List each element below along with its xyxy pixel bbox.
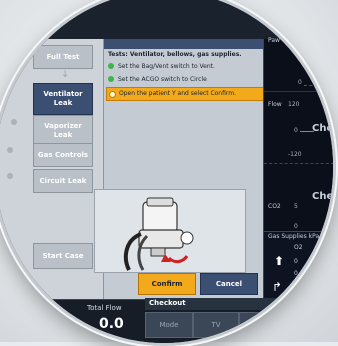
checkout-tab-bar: Checkout xyxy=(145,298,333,310)
gas-row2-value: 0 xyxy=(294,270,298,277)
co2-label: CO2 xyxy=(268,203,281,210)
step3-highlight: Open the patient Y and select Confirm. xyxy=(106,87,264,101)
paw-scale: 40 xyxy=(298,57,306,64)
flow-divider xyxy=(264,163,333,164)
step1-check-icon xyxy=(108,63,114,69)
flow-neg-scale: -120 xyxy=(288,151,302,158)
flow-zero: 0 xyxy=(294,127,298,134)
full-test-label: Full Test xyxy=(46,52,80,61)
cancel-button[interactable]: Cancel xyxy=(200,273,258,295)
paw-zero: 0 xyxy=(298,79,302,86)
mode-button[interactable]: Mode xyxy=(145,312,193,338)
total-flow-label: Total Flow xyxy=(87,304,122,312)
gas-row1-value: 0 xyxy=(294,258,298,265)
gas-o2-header: O2 xyxy=(294,244,303,251)
confirm-label: Confirm xyxy=(151,280,183,288)
step3-active-icon xyxy=(109,91,116,98)
flow-label: Flow xyxy=(268,101,282,108)
paw-divider xyxy=(264,91,333,92)
circuit-leak-label: Circuit Leak xyxy=(39,176,87,185)
ventilator-leak-button[interactable]: Ventilator Leak xyxy=(33,83,93,115)
total-flow-value: 0.0 xyxy=(99,316,124,332)
flow-check-text: Check xyxy=(312,123,334,134)
vaporizer-status-dot xyxy=(11,119,17,125)
cancel-label: Cancel xyxy=(215,280,243,288)
bottom-status-bar: Total Flow 0.0 Checkout Mode TV xyxy=(0,298,333,343)
dialog-title: Tests: Ventilator, bellows, gas supplies… xyxy=(108,51,242,58)
start-case-label: Start Case xyxy=(42,251,84,260)
patient-y-illustration xyxy=(94,189,246,273)
step2-label: Set the ACGO switch to Circle xyxy=(118,76,207,83)
co2-zero: 0 xyxy=(294,223,298,230)
checkout-tab[interactable]: Checkout xyxy=(149,299,186,307)
param-button[interactable] xyxy=(239,312,333,338)
paw-label: Paw xyxy=(268,37,280,44)
confirm-button[interactable]: Confirm xyxy=(138,273,196,295)
circuit-leak-status-dot xyxy=(7,173,13,179)
step1-label: Set the Bag/Vent switch to Vent. xyxy=(118,63,215,70)
co2-scale: 5 xyxy=(294,203,298,210)
full-test-button[interactable]: Full Test xyxy=(33,45,93,69)
tv-button[interactable]: TV xyxy=(193,312,239,338)
start-case-button[interactable]: Start Case xyxy=(33,243,93,269)
tv-label: TV xyxy=(211,321,221,329)
dialog-header-bar xyxy=(104,39,264,49)
cylinder-icon: ⬆ xyxy=(274,254,285,268)
gas-controls-label: Gas Controls xyxy=(37,150,89,159)
paw-baseline xyxy=(304,85,333,86)
co2-check-text: Check xyxy=(312,191,334,202)
gas-controls-status-dot xyxy=(7,147,13,153)
ventilator-leak-label: Ventilator Leak xyxy=(43,90,83,107)
magnified-screen: Full Test ↓ Ventilator Leak Vaporizer Le… xyxy=(0,0,336,346)
waveform-panel: Paw 40 0 Flow 120 0 Check -120 Check CO2… xyxy=(263,37,334,300)
gas-supplies-panel: Gas Supplies kPa O2 N2O 0 0 ⬆ ↱ xyxy=(264,231,333,300)
step2-check-icon xyxy=(108,76,114,82)
mode-label: Mode xyxy=(159,321,179,329)
vaporizer-leak-label: Vaporizer Leak xyxy=(44,122,82,139)
gas-supplies-title: Gas Supplies kPa xyxy=(268,233,320,240)
gas-controls-button[interactable]: Gas Controls xyxy=(33,143,93,167)
circuit-leak-button[interactable]: Circuit Leak xyxy=(33,169,93,193)
flow-scale: 120 xyxy=(288,101,300,108)
step3-label: Open the patient Y and select Confirm. xyxy=(119,90,237,97)
gas-n2o-header: N2O xyxy=(316,244,330,251)
checkout-dialog: Tests: Ventilator, bellows, gas supplies… xyxy=(94,39,264,299)
bellows-diagram-icon xyxy=(123,197,194,271)
pipeline-icon: ↱ xyxy=(272,280,283,294)
checkout-sidebar: Full Test ↓ Ventilator Leak Vaporizer Le… xyxy=(0,39,103,299)
top-bar xyxy=(0,0,333,39)
down-arrow-icon: ↓ xyxy=(61,69,70,80)
